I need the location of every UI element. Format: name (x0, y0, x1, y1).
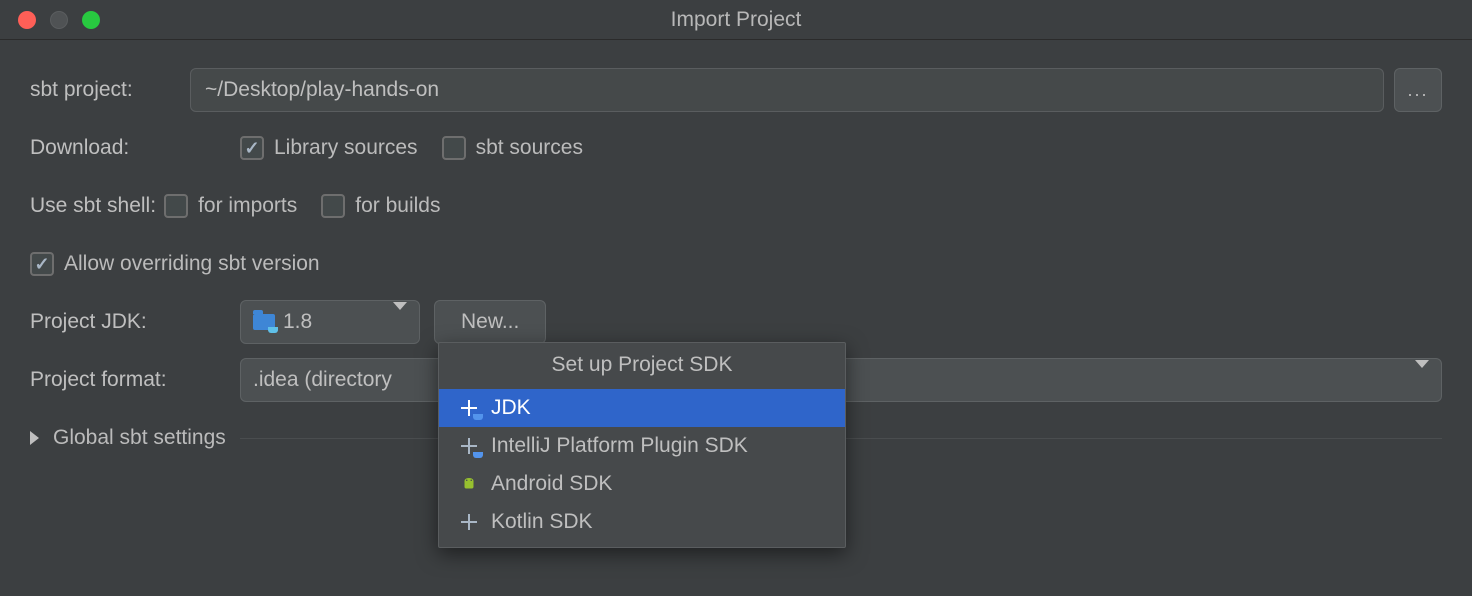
chevron-down-icon (373, 310, 407, 334)
minimize-window-button[interactable] (50, 11, 68, 29)
jdk-folder-icon (253, 314, 275, 330)
download-label: Download: (30, 136, 240, 160)
sbt-project-path-value: ~/Desktop/play-hands-on (205, 78, 439, 102)
library-sources-group[interactable]: Library sources (240, 136, 418, 160)
for-imports-checkbox[interactable] (164, 194, 188, 218)
library-sources-checkbox[interactable] (240, 136, 264, 160)
use-sbt-shell-row: Use sbt shell: for imports for builds (30, 184, 1442, 228)
menu-item-label: JDK (491, 396, 531, 420)
menu-item-kotlin-sdk[interactable]: Kotlin SDK (439, 503, 845, 541)
sbt-sources-label: sbt sources (476, 136, 583, 160)
allow-override-checkbox[interactable] (30, 252, 54, 276)
window-title: Import Project (0, 8, 1472, 32)
project-format-label: Project format: (30, 368, 240, 392)
window-controls (18, 11, 100, 29)
new-jdk-button[interactable]: New... (434, 300, 546, 344)
allow-override-row: Allow overriding sbt version (30, 242, 1442, 286)
allow-override-label: Allow overriding sbt version (64, 252, 320, 276)
menu-item-android-sdk[interactable]: Android SDK (439, 465, 845, 503)
menu-item-label: IntelliJ Platform Plugin SDK (491, 434, 748, 458)
for-imports-label: for imports (198, 194, 297, 218)
plus-java-icon (455, 438, 483, 454)
use-sbt-shell-label: Use sbt shell: (30, 194, 156, 218)
for-imports-group[interactable]: for imports (164, 194, 297, 218)
popup-title: Set up Project SDK (439, 343, 845, 389)
project-jdk-value: 1.8 (283, 310, 312, 334)
android-icon (455, 475, 483, 493)
sbt-project-path-input[interactable]: ~/Desktop/play-hands-on (190, 68, 1384, 112)
project-jdk-select[interactable]: 1.8 (240, 300, 420, 344)
plus-icon (455, 514, 483, 530)
sdk-popup-menu: Set up Project SDK JDK IntelliJ Platform… (438, 342, 846, 548)
sbt-sources-group[interactable]: sbt sources (442, 136, 583, 160)
browse-button[interactable]: ... (1394, 68, 1442, 112)
sbt-sources-checkbox[interactable] (442, 136, 466, 160)
project-format-value: .idea (directory (253, 368, 392, 392)
library-sources-label: Library sources (274, 136, 418, 160)
sbt-project-label: sbt project: (30, 78, 190, 102)
menu-item-label: Android SDK (491, 472, 612, 496)
ellipsis-icon: ... (1407, 80, 1428, 101)
menu-item-jdk[interactable]: JDK (439, 389, 845, 427)
triangle-right-icon (30, 431, 39, 445)
close-window-button[interactable] (18, 11, 36, 29)
menu-item-intellij-plugin-sdk[interactable]: IntelliJ Platform Plugin SDK (439, 427, 845, 465)
for-builds-group[interactable]: for builds (321, 194, 440, 218)
for-builds-label: for builds (355, 194, 440, 218)
new-button-label: New... (461, 310, 519, 334)
for-builds-checkbox[interactable] (321, 194, 345, 218)
menu-item-label: Kotlin SDK (491, 510, 593, 534)
project-jdk-row: Project JDK: 1.8 New... (30, 300, 1442, 344)
project-jdk-label: Project JDK: (30, 310, 240, 334)
plus-java-icon (455, 400, 483, 416)
zoom-window-button[interactable] (82, 11, 100, 29)
titlebar: Import Project (0, 0, 1472, 40)
allow-override-group[interactable]: Allow overriding sbt version (30, 252, 320, 276)
download-row: Download: Library sources sbt sources (30, 126, 1442, 170)
global-sbt-settings-label: Global sbt settings (53, 426, 226, 450)
chevron-down-icon (1395, 368, 1429, 392)
sbt-project-row: sbt project: ~/Desktop/play-hands-on ... (30, 68, 1442, 112)
